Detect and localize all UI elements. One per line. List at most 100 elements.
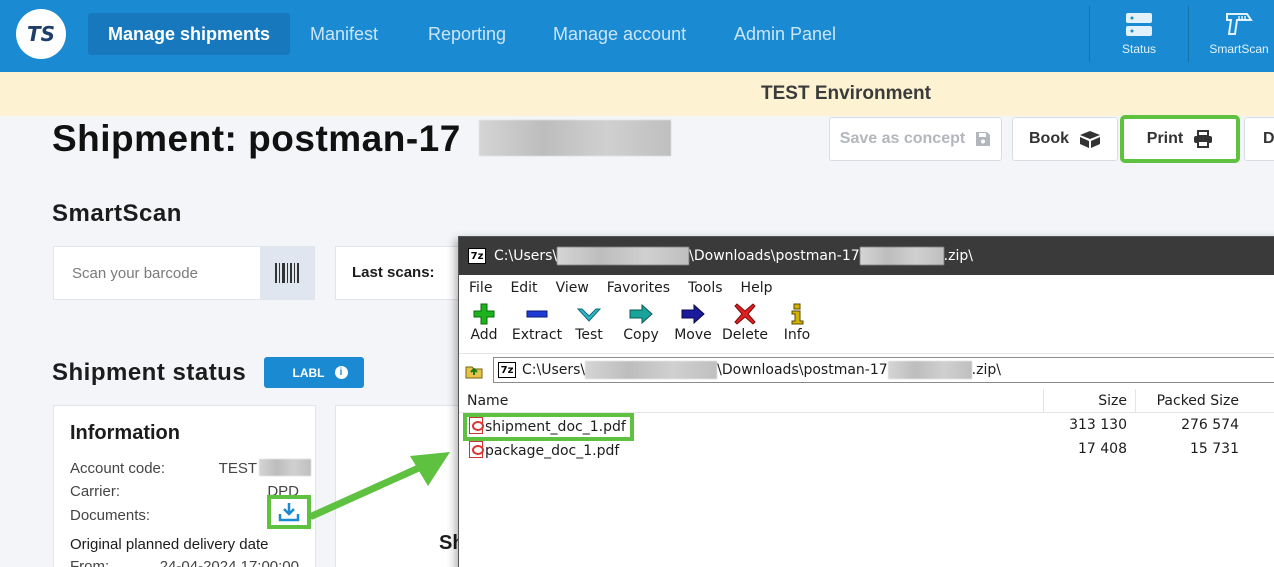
nav-status[interactable]: Status	[1099, 12, 1179, 56]
zip-window-titlebar[interactable]: 7z C:\Users\ \Downloads\postman-17 .zip\	[459, 237, 1274, 275]
status-label: Status	[1121, 42, 1157, 56]
pdf-file-icon	[469, 441, 484, 458]
file-size: 313 130	[1069, 417, 1127, 433]
redacted-username	[557, 247, 690, 265]
last-scans-label: Last scans:	[352, 264, 435, 281]
barcode-scan-box	[53, 246, 315, 300]
tool-delete-button[interactable]: Delete	[717, 303, 773, 343]
download-icon	[278, 503, 300, 522]
tool-add-label: Add	[470, 327, 498, 343]
zip-title-prefix: C:\Users\	[494, 248, 558, 264]
tool-info-label: Info	[783, 327, 811, 343]
file-row[interactable]: shipment_doc_1.pdf 313 130 276 574	[459, 413, 1274, 441]
folder-up-icon[interactable]	[465, 361, 483, 379]
print-label: Print	[1146, 130, 1184, 147]
printer-icon	[1194, 130, 1213, 148]
zip-window: 7z C:\Users\ \Downloads\postman-17 .zip\ F…	[458, 236, 1274, 567]
redacted-filename	[859, 247, 944, 265]
file-name-cell[interactable]: shipment_doc_1.pdf	[463, 413, 634, 441]
nav-manage-shipments[interactable]: Manage shipments	[88, 13, 291, 55]
file-name-cell[interactable]: package_doc_1.pdf	[469, 441, 619, 459]
account-code-value: TEST	[218, 460, 257, 477]
duplicate-label: Du	[1263, 130, 1274, 147]
tool-copy-button[interactable]: Copy	[613, 303, 669, 343]
column-name[interactable]: Name	[467, 393, 508, 409]
column-packed-size[interactable]: Packed Size	[1157, 393, 1239, 409]
column-divider[interactable]	[1043, 389, 1044, 413]
nav-manifest[interactable]: Manifest	[310, 13, 378, 55]
smartscan-label: SmartScan	[1209, 42, 1269, 56]
information-card: Information Account code: TEST Carrier: …	[53, 405, 316, 567]
file-packed-size: 15 731	[1190, 441, 1239, 457]
zip-toolbar: Add Extract Test Copy Move Delete Info	[459, 301, 1274, 353]
save-as-concept-label: Save as concept	[839, 130, 966, 147]
tool-move-button[interactable]: Move	[665, 303, 721, 343]
menu-tools[interactable]: Tools	[688, 280, 723, 296]
zip-menubar: File Edit View Favorites Tools Help	[459, 275, 1274, 301]
file-name: package_doc_1.pdf	[485, 443, 620, 459]
tool-move-label: Move	[674, 327, 712, 343]
logo[interactable]: TS	[16, 9, 66, 59]
page-title: Shipment: postman-17	[52, 118, 461, 159]
server-icon	[1126, 13, 1152, 36]
delete-icon	[717, 303, 773, 327]
carrier-label: Carrier:	[70, 483, 121, 500]
7zip-logo-icon: 7z	[468, 248, 486, 264]
zip-path-mid: \Downloads\postman-17	[717, 362, 888, 378]
print-button[interactable]: Print	[1120, 115, 1240, 163]
duplicate-button[interactable]: Du	[1244, 117, 1274, 161]
save-as-concept-button[interactable]: Save as concept	[829, 117, 1002, 161]
move-arrow-icon	[665, 303, 721, 327]
pdf-file-icon	[469, 417, 484, 434]
menu-edit[interactable]: Edit	[510, 280, 537, 296]
account-code-label: Account code:	[70, 460, 166, 477]
top-navigation: TS Manage shipments Manifest Reporting M…	[0, 0, 1274, 72]
column-size[interactable]: Size	[1098, 393, 1127, 409]
tool-extract-button[interactable]: Extract	[509, 303, 565, 343]
information-title: Information	[70, 422, 180, 444]
nav-divider	[1188, 6, 1189, 62]
shipment-status-heading: Shipment status	[52, 359, 247, 386]
tool-delete-label: Delete	[722, 327, 768, 343]
environment-banner: TEST Environment	[0, 72, 1274, 116]
tool-copy-label: Copy	[623, 327, 659, 343]
documents-label: Documents:	[70, 507, 151, 524]
tool-info-button[interactable]: Info	[769, 303, 825, 343]
tool-test-button[interactable]: Test	[561, 303, 617, 343]
planned-delivery-label: Original planned delivery date	[70, 536, 269, 553]
file-packed-size: 276 574	[1181, 417, 1239, 433]
copy-arrow-icon	[613, 303, 669, 327]
nav-reporting[interactable]: Reporting	[428, 13, 506, 55]
file-name: shipment_doc_1.pdf	[485, 419, 626, 435]
nav-manage-account[interactable]: Manage account	[553, 13, 686, 55]
info-icon	[769, 303, 825, 327]
tool-add-button[interactable]: Add	[456, 303, 512, 343]
status-badge-label: LABL	[292, 365, 325, 380]
check-icon	[561, 303, 617, 327]
menu-file[interactable]: File	[469, 280, 492, 296]
nav-smartscan[interactable]: SmartScan	[1199, 12, 1274, 56]
book-label: Book	[1029, 130, 1069, 147]
file-row[interactable]: package_doc_1.pdf 17 408 15 731	[459, 439, 1274, 461]
zip-title-mid: \Downloads\postman-17	[689, 248, 860, 264]
redacted-filename	[887, 361, 972, 379]
book-button[interactable]: Book	[1012, 117, 1118, 161]
barcode-scan-button[interactable]	[260, 247, 314, 299]
barcode-scanner-icon	[1226, 13, 1253, 35]
info-icon[interactable]: i	[334, 366, 348, 379]
from-value: 24-04-2024 17:00:00	[159, 558, 299, 567]
menu-view[interactable]: View	[556, 280, 589, 296]
menu-favorites[interactable]: Favorites	[607, 280, 670, 296]
file-list-header: Name Size Packed Size	[459, 389, 1274, 413]
zip-address-bar: 7z C:\Users\ \Downloads\postman-17 .zip\	[459, 353, 1274, 385]
barcode-input[interactable]	[54, 247, 262, 299]
status-badge[interactable]: LABL i	[264, 357, 364, 388]
column-divider[interactable]	[1135, 389, 1136, 413]
box-icon	[1080, 131, 1100, 148]
environment-text: TEST Environment	[761, 83, 931, 104]
menu-help[interactable]: Help	[741, 280, 773, 296]
annotation-arrow	[308, 452, 450, 520]
zip-path-input[interactable]: 7z C:\Users\ \Downloads\postman-17 .zip\	[493, 357, 1274, 383]
nav-admin-panel[interactable]: Admin Panel	[734, 13, 836, 55]
tool-test-label: Test	[575, 327, 603, 343]
